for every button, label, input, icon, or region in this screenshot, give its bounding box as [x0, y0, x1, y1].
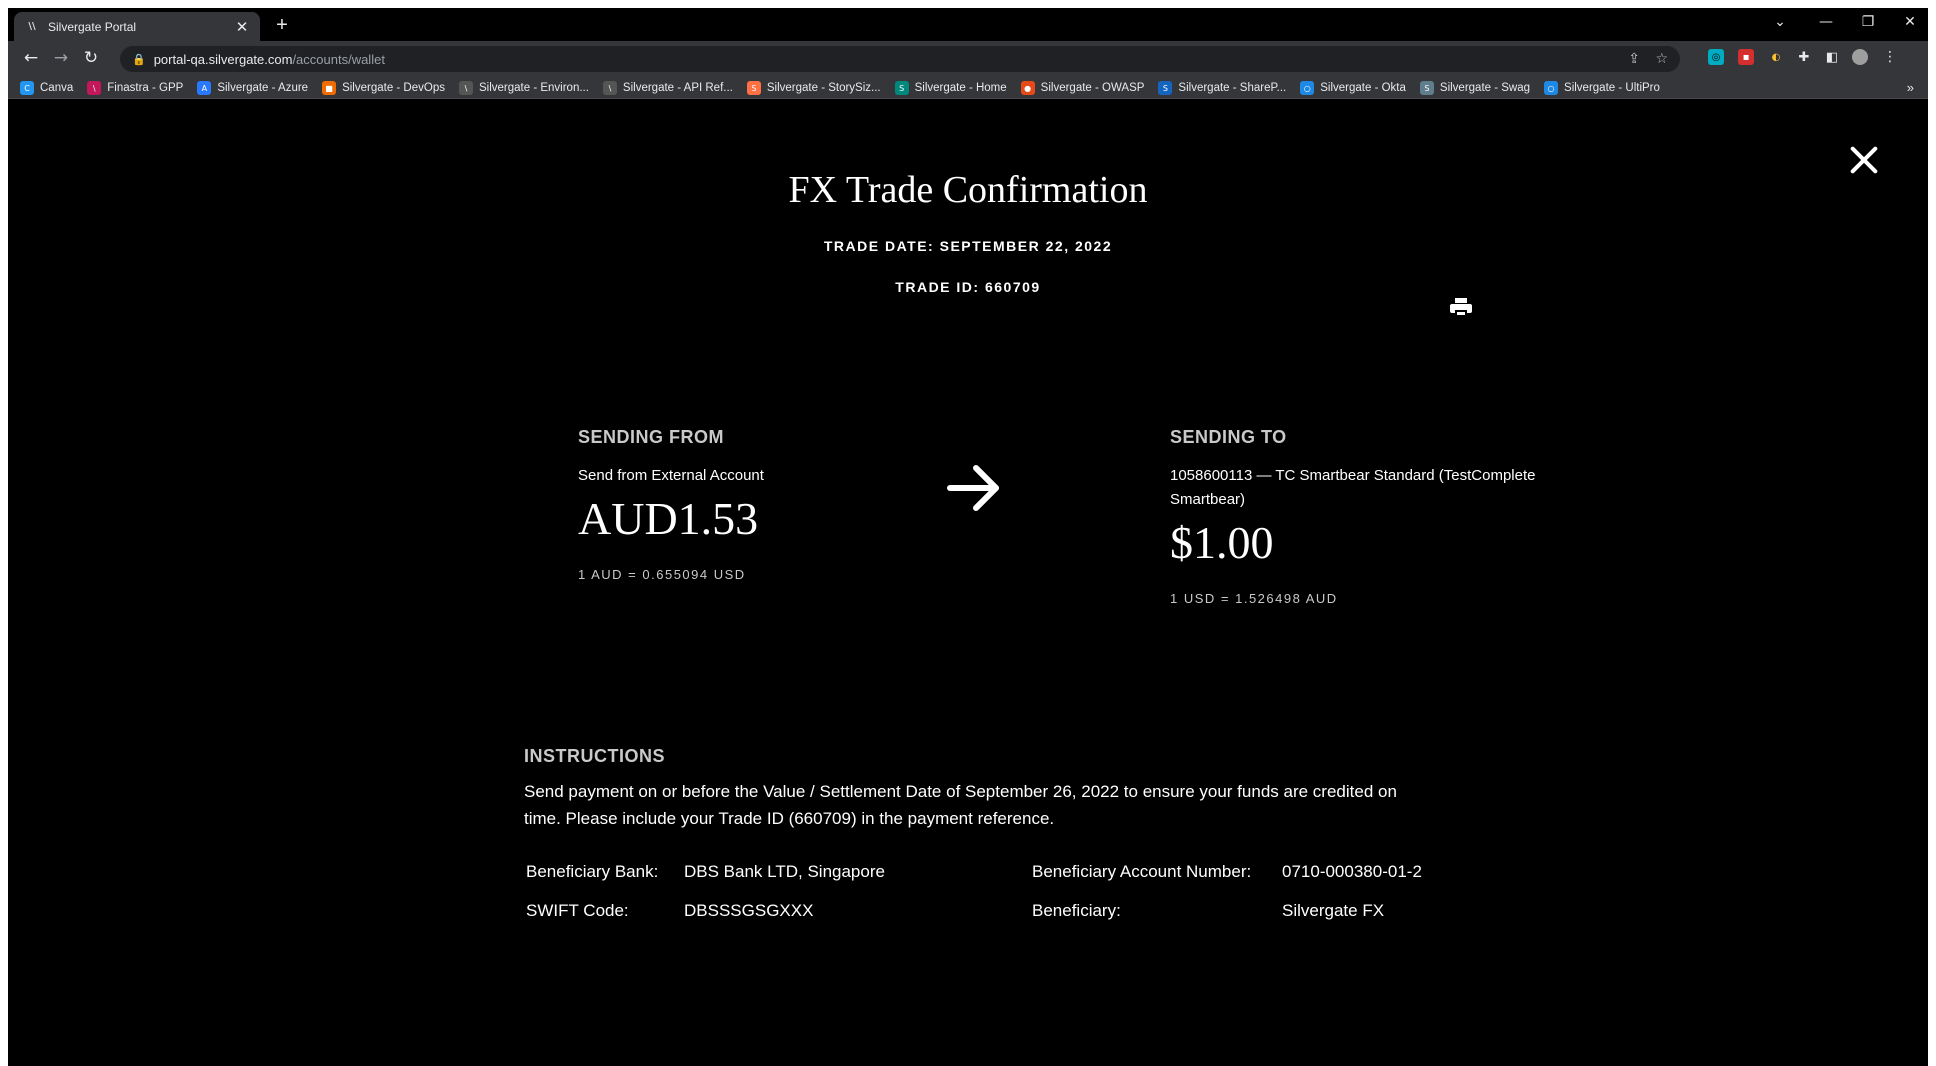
beneficiary-bank-value: DBS Bank LTD, Singapore — [684, 862, 885, 881]
bookmark-label: Silvergate - Home — [914, 82, 1007, 94]
bookmark-favicon-icon: S — [1158, 81, 1173, 95]
sending-from-label: SENDING FROM — [578, 427, 725, 447]
bookmark-label: Silvergate - Swag — [1439, 82, 1531, 94]
beneficiary-bank-label: Beneficiary Bank: — [526, 862, 659, 881]
bookmark-item[interactable]: C Canva — [20, 81, 73, 95]
tab-search-icon[interactable]: ⌄ — [1770, 14, 1790, 30]
bookmark-label: Silvergate - API Ref... — [622, 82, 733, 94]
tab-silvergate-portal[interactable]: \\ Silvergate Portal ✕ — [14, 12, 260, 41]
bookmark-item[interactable]: S Silvergate - Swag — [1419, 81, 1531, 95]
sending-to-label: SENDING TO — [1170, 427, 1287, 447]
bookmark-item[interactable]: S Silvergate - StorySiz... — [746, 81, 881, 95]
sending-to-description-line2: Smartbear) — [1170, 491, 1246, 508]
bookmark-favicon-icon: ○ — [1300, 81, 1315, 95]
sending-from-amount: AUD1.53 — [578, 493, 759, 544]
browser-menu-icon[interactable]: ⋮ — [1882, 49, 1898, 65]
bookmark-favicon-icon: S — [746, 81, 761, 95]
bookmark-favicon-icon: S — [1419, 81, 1434, 95]
bookmark-favicon-icon: ■ — [322, 81, 337, 95]
extensions-puzzle-icon[interactable]: ✚ — [1796, 49, 1812, 65]
beneficiary-account-number-label: Beneficiary Account Number: — [1032, 862, 1252, 881]
bookmark-label: Silvergate - OWASP — [1040, 82, 1145, 94]
share-icon[interactable]: ⇪ — [1628, 51, 1640, 67]
beneficiary-value: Silvergate FX — [1282, 901, 1385, 920]
arrow-right-icon — [947, 465, 999, 511]
extension-red-icon[interactable]: ▪ — [1738, 49, 1754, 65]
bookmark-item[interactable]: ○ Silvergate - Okta — [1300, 81, 1406, 95]
bookmark-label: Finastra - GPP — [107, 82, 184, 94]
extension-teal-icon[interactable]: ◎ — [1708, 49, 1724, 65]
bookmark-favicon-icon: \ — [602, 81, 617, 95]
bookmark-label: Canva — [40, 82, 74, 94]
trade-date: TRADE DATE: SEPTEMBER 22, 2022 — [823, 238, 1113, 254]
bookmark-label: Silvergate - Azure — [217, 82, 309, 94]
tab-strip: \\ Silvergate Portal ✕ + ⌄ — ❐ ✕ — [8, 8, 1928, 41]
swift-code-value: DBSSSGSGXXX — [684, 901, 814, 920]
tab-title: Silvergate Portal — [48, 19, 137, 34]
sending-from-rate: 1 AUD = 0.655094 USD — [578, 567, 746, 582]
browser-window: \\ Silvergate Portal ✕ + ⌄ — ❐ ✕ ← → ↻ 🔒… — [8, 8, 1928, 1066]
window-close-button[interactable]: ✕ — [1900, 14, 1920, 30]
bookmark-favicon-icon: A — [197, 81, 212, 95]
extension-keep-icon[interactable]: ◐ — [1768, 49, 1784, 65]
sending-from-description: Send from External Account — [578, 467, 764, 484]
instructions-text-line2: time. Please include your Trade ID (6607… — [524, 809, 1055, 828]
sending-to-amount: $1.00 — [1170, 517, 1274, 568]
bookmark-label: Silvergate - StorySiz... — [766, 82, 881, 94]
bookmark-item[interactable]: \ Silvergate - Environ... — [458, 81, 589, 95]
print-icon[interactable] — [1450, 298, 1472, 318]
bookmark-label: Silvergate - Okta — [1320, 82, 1406, 94]
bookmarks-bar: C Canva \ Finastra - GPP A Silvergate - Azure… — [8, 77, 1928, 99]
url-path: /accounts/wallet — [292, 51, 385, 67]
bookmark-favicon-icon: \ — [458, 81, 473, 95]
bookmark-item[interactable]: ○ Silvergate - UltiPro — [1544, 81, 1660, 95]
profile-avatar-icon[interactable] — [1852, 49, 1868, 65]
bookmark-item[interactable]: \ Silvergate - API Ref... — [602, 81, 733, 95]
new-tab-button[interactable]: + — [270, 15, 294, 35]
bookmark-favicon-icon: ○ — [1544, 81, 1559, 95]
trade-confirmation-modal: FX Trade Confirmation TRADE DATE: SEPTEM… — [8, 100, 1928, 1066]
browser-toolbar: ← → ↻ 🔒 portal-qa.silvergate.com /accoun… — [8, 41, 1928, 77]
swift-code-label: SWIFT Code: — [526, 901, 629, 920]
beneficiary-label: Beneficiary: — [1032, 901, 1121, 920]
silvergate-favicon-icon: \\ — [28, 21, 36, 32]
bookmark-item[interactable]: S Silvergate - ShareP... — [1158, 81, 1286, 95]
bookmark-favicon-icon: \ — [87, 81, 102, 95]
bookmark-favicon-icon: C — [20, 81, 34, 95]
page-title: FX Trade Confirmation — [788, 169, 1148, 211]
minimize-button[interactable]: — — [1816, 14, 1836, 30]
bookmarks-list: C Canva \ Finastra - GPP A Silvergate - Azure… — [20, 77, 1674, 99]
restore-button[interactable]: ❐ — [1858, 14, 1878, 30]
instructions-text: Send payment on or before the Value / Se… — [524, 778, 1424, 832]
bookmark-label: Silvergate - Environ... — [478, 82, 589, 94]
url-host: portal-qa.silvergate.com — [153, 51, 293, 67]
bookmark-item[interactable]: ● Silvergate - OWASP — [1020, 81, 1145, 95]
back-arrow-icon[interactable]: ← — [20, 48, 42, 68]
address-bar[interactable]: 🔒 portal-qa.silvergate.com /accounts/wal… — [120, 46, 1680, 72]
sending-to-rate: 1 USD = 1.526498 AUD — [1170, 591, 1338, 606]
bookmark-favicon-icon: ● — [1020, 81, 1035, 95]
forward-arrow-icon[interactable]: → — [50, 48, 72, 68]
bookmark-star-icon[interactable]: ☆ — [1655, 51, 1668, 67]
beneficiary-account-number-value: 0710-000380-01-2 — [1282, 862, 1422, 881]
bookmark-item[interactable]: ■ Silvergate - DevOps — [322, 81, 445, 95]
instructions-label: INSTRUCTIONS — [524, 746, 665, 766]
side-panel-icon[interactable]: ◧ — [1824, 49, 1840, 65]
bookmark-label: Silvergate - DevOps — [342, 82, 445, 94]
bookmark-item[interactable]: A Silvergate - Azure — [197, 81, 308, 95]
sending-to-description-line1: 1058600113 — TC Smartbear Standard (Test… — [1170, 467, 1536, 484]
bookmark-label: Silvergate - ShareP... — [1178, 82, 1287, 94]
bookmark-favicon-icon: S — [894, 81, 909, 95]
trade-id: TRADE ID: 660709 — [895, 279, 1041, 295]
bookmarks-overflow-icon[interactable]: » — [1907, 80, 1914, 95]
bookmark-item[interactable]: S Silvergate - Home — [894, 81, 1007, 95]
bookmark-label: Silvergate - UltiPro — [1564, 82, 1660, 94]
reload-icon[interactable]: ↻ — [80, 48, 102, 68]
bookmark-item[interactable]: \ Finastra - GPP — [87, 81, 183, 95]
lock-icon: 🔒 — [132, 52, 146, 66]
instructions-text-line1: Send payment on or before the Value / Se… — [524, 782, 1397, 801]
tab-close-icon[interactable]: ✕ — [234, 18, 250, 36]
